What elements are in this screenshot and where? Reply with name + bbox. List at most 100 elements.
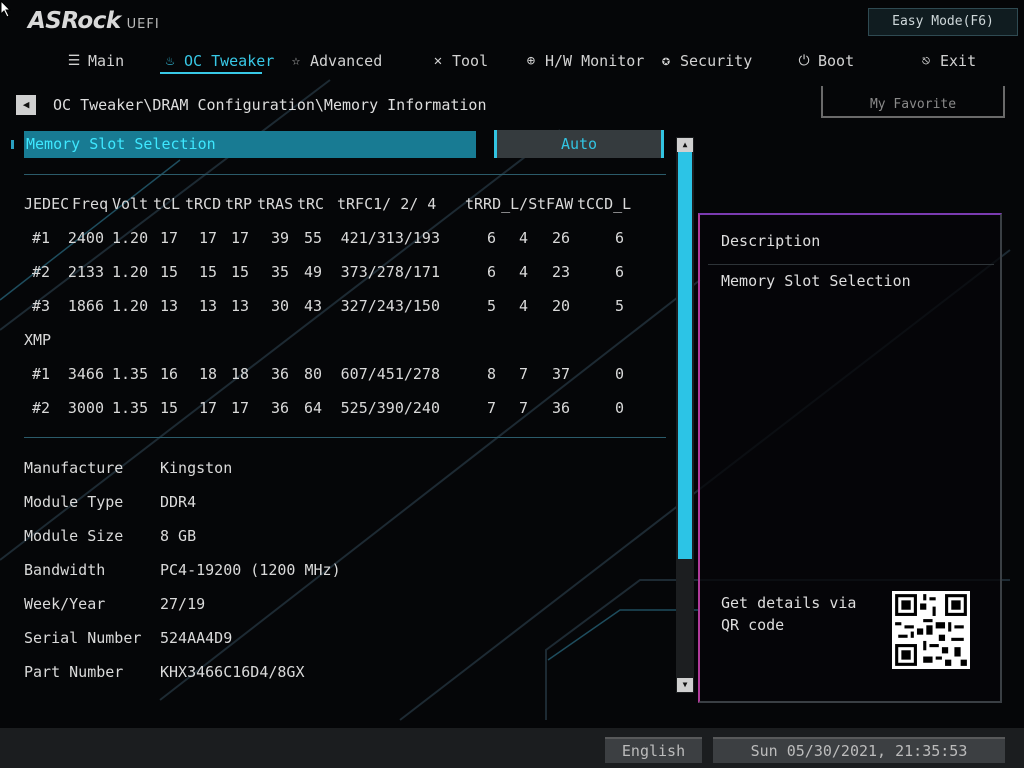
tab-security[interactable]: ✪ Security [658,50,752,72]
tab-exit[interactable]: ⎋ Exit [918,50,976,72]
tab-oc-tweaker[interactable]: ♨ OC Tweaker [162,50,275,72]
timing-cell: 1.35 [112,399,149,417]
timing-cell: 1.20 [112,229,149,247]
qr-caption: Get details via QR code [721,594,857,634]
shield-icon: ✪ [661,53,671,69]
timing-cell: 2133 [67,263,104,281]
module-info-label: Bandwidth [24,561,106,579]
timing-cell: 6 [486,229,496,247]
timing-cell: 39 [270,229,289,247]
description-divider [708,264,994,265]
back-button[interactable]: ◀ [16,95,36,115]
scroll-down-arrow-icon[interactable]: ▼ [677,678,693,692]
memory-slot-value-button[interactable]: Auto [494,130,664,158]
timing-cell: 4 [518,229,528,247]
timing-cell: 7 [486,399,496,417]
timing-header-cell: JEDEC [24,195,70,213]
divider-top [24,174,666,175]
exit-icon: ⎋ [921,53,931,69]
timing-header-cell: tRP [225,195,253,213]
timing-cell: 15 [231,263,250,281]
list-icon: ☰ [67,53,81,69]
tab-boot[interactable]: ⏻ Boot [796,50,854,72]
scrollbar-thumb[interactable] [678,152,692,559]
timing-cell: 4 [518,297,528,315]
my-favorite-button[interactable]: My Favorite [821,86,1005,118]
timing-cell: 5 [486,297,496,315]
timing-cell: 7 [518,365,528,383]
timing-cell: 20 [552,297,571,315]
timing-cell: #3 [32,297,51,315]
timing-cell: 3000 [67,399,104,417]
timing-cell: 15 [160,263,179,281]
tab-tool[interactable]: ✕ Tool [430,50,488,72]
module-info-value: DDR4 [160,493,197,511]
module-info-value: 524AA4D9 [160,629,233,647]
timing-cell: #2 [32,263,51,281]
module-info-value: 27/19 [160,595,206,613]
flame-icon: ♨ [165,53,175,69]
timing-cell: 17 [199,399,218,417]
timing-cell: #1 [32,365,51,383]
timing-header-cell: tRFC1/ 2/ 4 [337,195,437,213]
tab-hw-monitor[interactable]: ⊕ H/W Monitor [523,50,645,72]
timing-cell: 26 [552,229,571,247]
monitor-icon: ⊕ [526,53,536,69]
module-info-value: 8 GB [160,527,197,545]
timing-cell: 8 [486,365,496,383]
timing-cell: 2400 [67,229,104,247]
timing-header-cell: tFAW [537,195,574,213]
easy-mode-button[interactable]: Easy Mode(F6) [868,8,1018,36]
scroll-up-arrow-icon[interactable]: ▲ [677,138,693,152]
timing-header-cell: tCL [153,195,181,213]
timing-cell: 327/243/150 [340,297,440,315]
timing-cell: 421/313/193 [340,229,440,247]
timing-header-cell: Freq [72,195,109,213]
timing-cell: 37 [552,365,571,383]
tab-advanced[interactable]: ☆ Advanced [288,50,382,72]
timing-cell: 18 [231,365,250,383]
timing-cell: 36 [270,365,289,383]
timing-cell: 607/451/278 [340,365,440,383]
xmp-label: XMP [24,331,52,349]
timing-cell: 13 [199,297,218,315]
timing-cell: 16 [160,365,179,383]
timing-cell: 23 [552,263,571,281]
selection-marker [11,140,14,149]
timing-cell: #2 [32,399,51,417]
timing-cell: 43 [304,297,323,315]
timing-cell: 7 [518,399,528,417]
module-info-value: Kingston [160,459,233,477]
tab-main[interactable]: ☰ Main [66,50,124,72]
timing-header-cell: tCCD_L [577,195,632,213]
timing-cell: 6 [486,263,496,281]
timing-cell: 17 [160,229,179,247]
timing-cell: 4 [518,263,528,281]
breadcrumb: OC Tweaker\DRAM Configuration\Memory Inf… [53,96,487,114]
timing-cell: 17 [231,399,250,417]
timing-cell: 1.20 [112,297,149,315]
timing-header-cell: tRCD [185,195,222,213]
module-info-label: Serial Number [24,629,142,647]
module-info-value: PC4-19200 (1200 MHz) [160,561,341,579]
divider-bottom [24,437,666,438]
timing-cell: #1 [32,229,51,247]
timing-cell: 13 [160,297,179,315]
timing-header-cell: Volt [112,195,149,213]
timing-cell: 18 [199,365,218,383]
timing-cell: 3466 [67,365,104,383]
asrock-logo: ASRock UEFI [28,8,160,34]
timing-cell: 49 [304,263,323,281]
timing-cell: 80 [304,365,323,383]
memory-slot-selection-label: Memory Slot Selection [26,135,216,153]
timing-cell: 36 [552,399,571,417]
timing-cell: 64 [304,399,323,417]
timing-cell: 6 [614,263,624,281]
description-title: Description [721,232,821,250]
language-button[interactable]: English [605,737,702,763]
date-time-display: Sun 05/30/2021, 21:35:53 [713,737,1005,763]
description-text: Memory Slot Selection [721,272,911,290]
timing-cell: 525/390/240 [340,399,440,417]
active-tab-indicator [160,72,262,74]
module-info-label: Week/Year [24,595,106,613]
